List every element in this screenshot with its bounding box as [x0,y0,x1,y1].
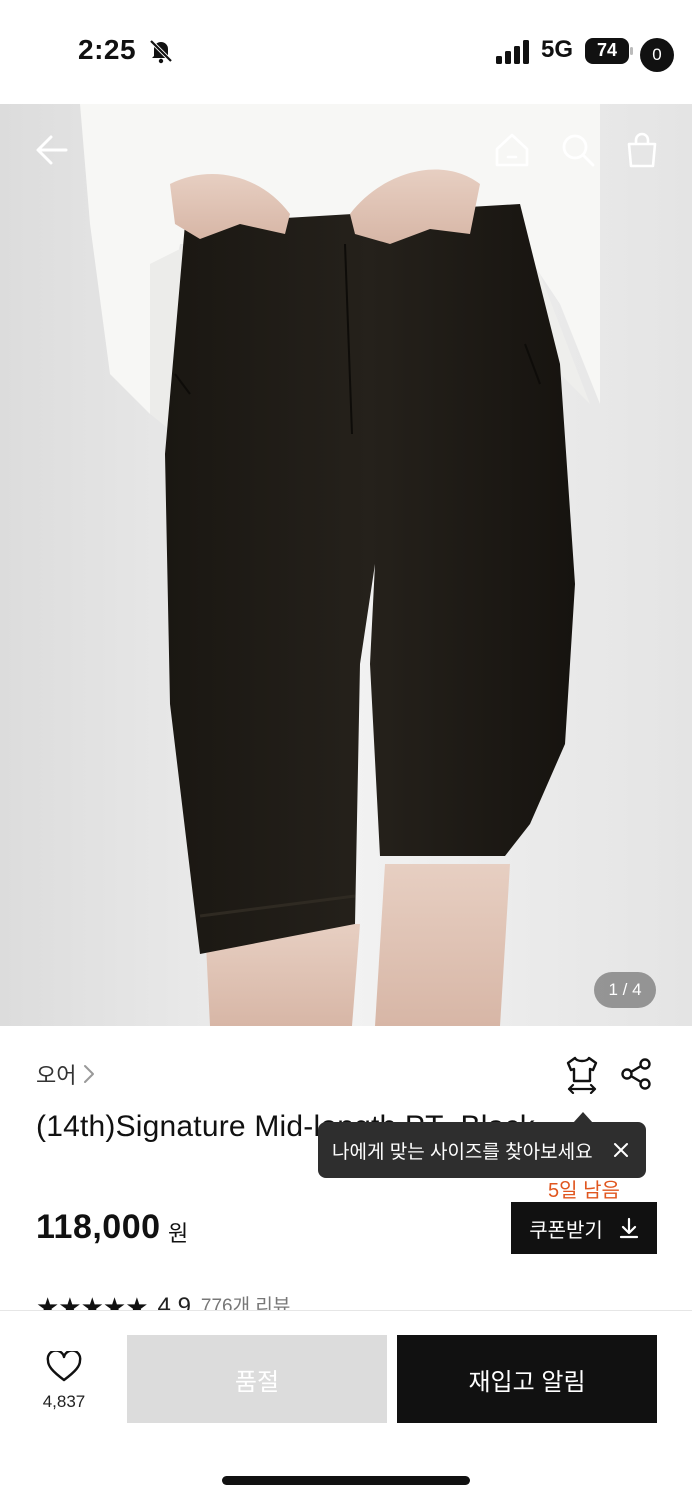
bell-off-icon [149,39,173,64]
tooltip-close-button[interactable] [608,1137,634,1163]
signal-icon [496,40,529,64]
home-indicator [222,1476,470,1485]
wish-count: 4,837 [42,1392,86,1411]
heart-icon [46,1349,82,1382]
size-guide-icon [566,1056,598,1094]
price-currency: 원 [168,1221,189,1246]
status-bar: 2:25 5G 74 [0,0,692,104]
close-icon [614,1143,628,1157]
tooltip-text: 나에게 맞는 사이즈를 찾아보세요 [332,1141,593,1163]
status-time: 2:25 [78,34,137,65]
cart-button[interactable] [620,128,664,172]
soldout-button: 품절 [127,1335,387,1423]
back-arrow-icon [36,135,68,165]
coupon-days-left: 5일 남음 [548,1180,620,1202]
coupon-download-button[interactable]: 쿠폰받기 [511,1202,657,1254]
shopping-bag-icon [627,132,657,168]
battery-level: 74 [596,40,618,60]
home-icon [495,133,529,167]
share-button[interactable] [616,1054,656,1094]
product-image-gallery[interactable]: 1 / 4 [0,104,692,1026]
product-photo [0,104,692,1026]
product-price: 118,000 [36,1208,161,1246]
gallery-page-indicator: 1 / 4 [594,972,656,1008]
size-tooltip: 나에게 맞는 사이즈를 찾아보세요 [318,1122,646,1178]
chevron-right-icon [84,1065,95,1083]
brand-name: 오어 [36,1063,77,1088]
battery-icon: 74 [585,38,633,64]
cart-count-badge: 0 [640,38,674,72]
size-guide-button[interactable] [560,1052,604,1096]
search-icon [562,134,595,167]
bottom-action-bar: 4,837 품절 재입고 알림 [0,1310,692,1500]
search-button[interactable] [556,128,600,172]
download-icon [619,1217,638,1239]
restock-alert-button[interactable]: 재입고 알림 [397,1335,657,1423]
network-label: 5G [541,36,574,63]
wishlist-button[interactable]: 4,837 [36,1349,92,1412]
home-button[interactable] [490,128,534,172]
share-icon [621,1058,651,1090]
brand-link[interactable]: 오어 [36,1058,96,1090]
back-button[interactable] [30,128,74,172]
coupon-label: 쿠폰받기 [529,1219,603,1242]
